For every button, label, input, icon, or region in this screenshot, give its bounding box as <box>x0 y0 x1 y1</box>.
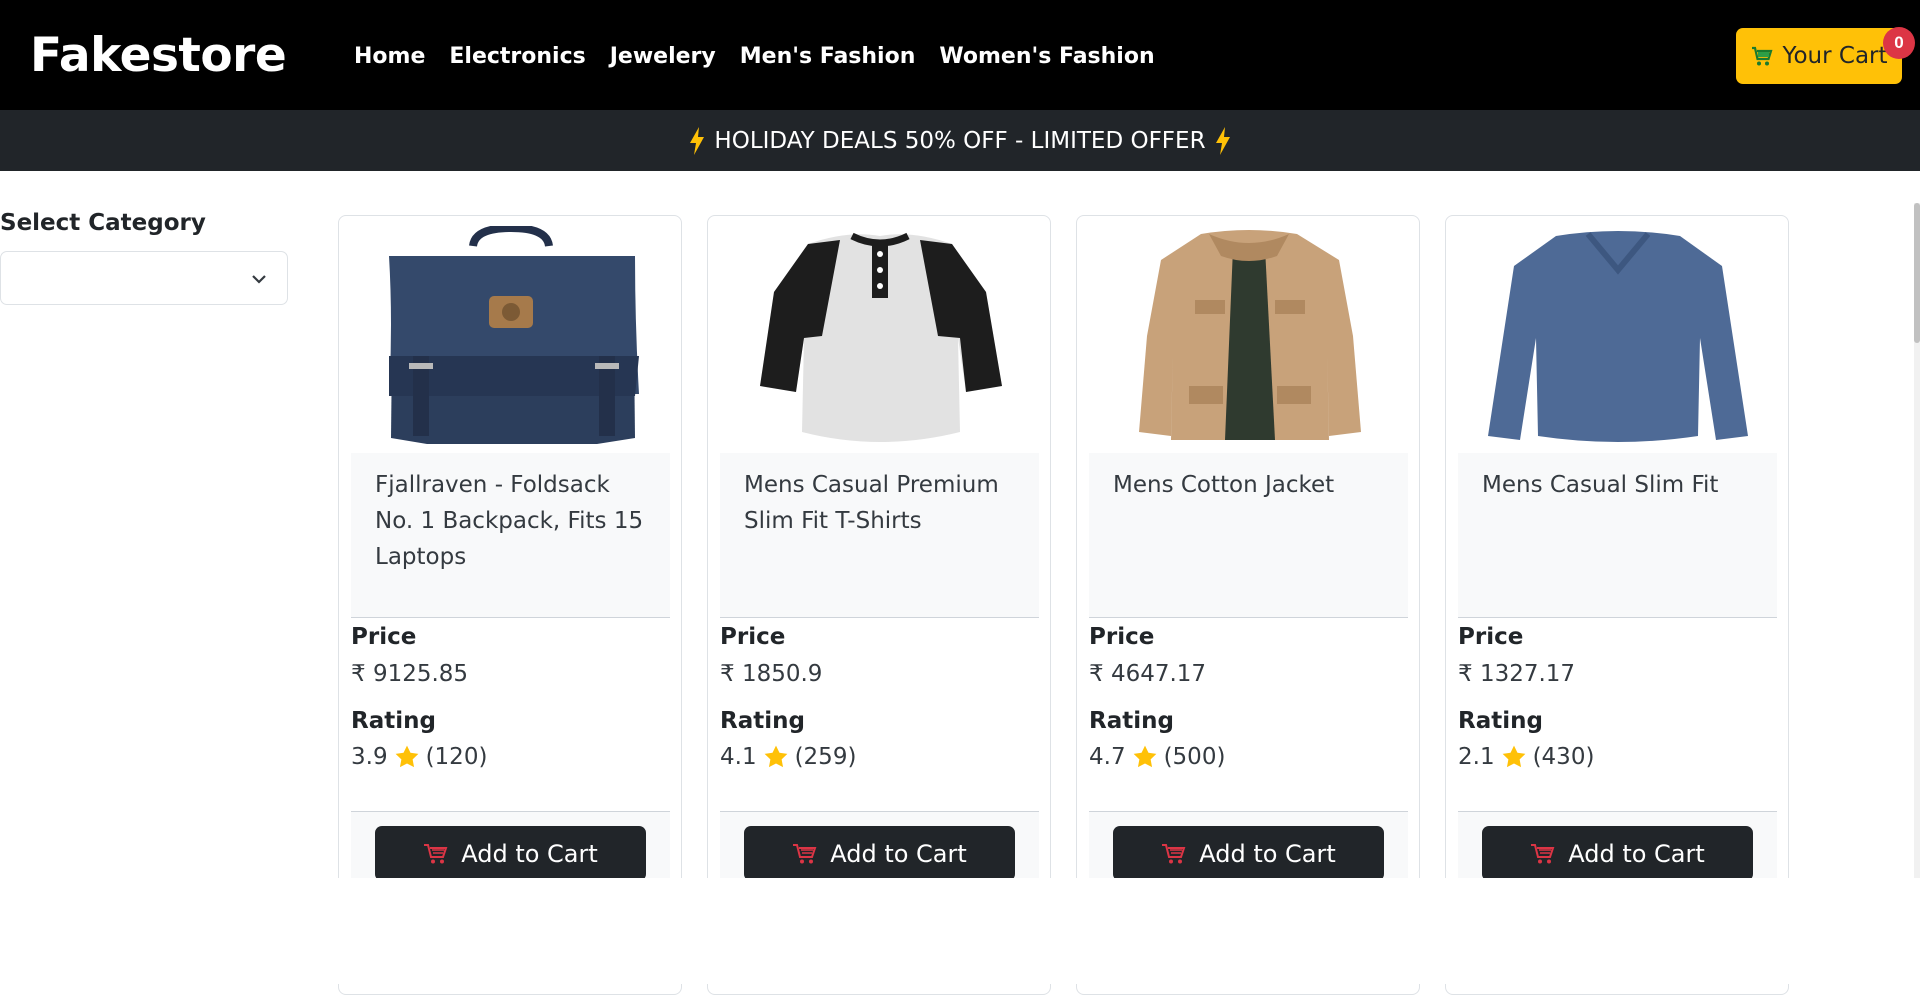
product-image-tshirt[interactable] <box>722 226 1038 444</box>
promo-banner: HOLIDAY DEALS 50% OFF - LIMITED OFFER <box>0 110 1920 171</box>
rating-value: 4.1 <box>720 744 757 770</box>
rating-label: Rating <box>351 708 436 734</box>
product-image-backpack[interactable] <box>353 226 669 444</box>
viewport-bottom-blank <box>0 878 1920 984</box>
cart-icon <box>793 843 817 863</box>
product-image-longsleeve[interactable] <box>1460 226 1776 444</box>
add-to-cart-button[interactable]: Add to Cart <box>1482 826 1753 881</box>
select-category-label: Select Category <box>0 210 206 236</box>
price-label: Price <box>351 624 417 650</box>
shopping-cart-icon <box>1752 46 1773 66</box>
product-card-body: Fjallraven - Foldsack No. 1 Backpack, Fi… <box>351 453 670 618</box>
add-to-cart-label: Add to Cart <box>1568 839 1705 868</box>
star-icon <box>1502 745 1525 768</box>
product-card-body: Mens Casual Slim Fit <box>1458 453 1777 618</box>
top-navbar: Fakestore Home Electronics Jewelery Men'… <box>0 0 1920 110</box>
cart-count-badge: 0 <box>1883 27 1915 59</box>
product-rating: 4.1 (259) <box>720 744 856 770</box>
cart-icon <box>1162 843 1186 863</box>
product-rating: 3.9 (120) <box>351 744 487 770</box>
your-cart-label: Your Cart <box>1782 43 1888 69</box>
star-icon <box>395 745 418 768</box>
rating-count: (500) <box>1163 744 1226 770</box>
rating-count: (430) <box>1532 744 1595 770</box>
rating-label: Rating <box>1089 708 1174 734</box>
brand-logo[interactable]: Fakestore <box>30 28 287 83</box>
cart-icon <box>1531 843 1555 863</box>
promo-text: HOLIDAY DEALS 50% OFF - LIMITED OFFER <box>714 127 1206 154</box>
rating-count: (120) <box>425 744 488 770</box>
chevron-down-icon <box>252 275 266 284</box>
product-rating: 4.7 (500) <box>1089 744 1225 770</box>
star-icon <box>1133 745 1156 768</box>
rating-count: (259) <box>794 744 857 770</box>
add-to-cart-label: Add to Cart <box>1199 839 1336 868</box>
nav-womens-fashion[interactable]: Women's Fashion <box>939 44 1154 69</box>
nav-electronics[interactable]: Electronics <box>449 44 585 69</box>
product-price: ₹ 1327.17 <box>1458 661 1576 687</box>
rating-value: 4.7 <box>1089 744 1126 770</box>
product-price: ₹ 9125.85 <box>351 661 469 687</box>
lightning-bolt-icon <box>690 126 705 155</box>
product-price: ₹ 4647.17 <box>1089 661 1207 687</box>
product-card-body: Mens Cotton Jacket <box>1089 453 1408 618</box>
product-price: ₹ 1850.9 <box>720 661 823 687</box>
product-card-body: Mens Casual Premium Slim Fit T-Shirts <box>720 453 1039 618</box>
nav-jewelery[interactable]: Jewelery <box>610 44 716 69</box>
rating-label: Rating <box>1458 708 1543 734</box>
product-rating: 2.1 (430) <box>1458 744 1594 770</box>
rating-label: Rating <box>720 708 805 734</box>
add-to-cart-button[interactable]: Add to Cart <box>744 826 1015 881</box>
add-to-cart-button[interactable]: Add to Cart <box>1113 826 1384 881</box>
rating-value: 3.9 <box>351 744 388 770</box>
star-icon <box>764 745 787 768</box>
lightning-bolt-icon <box>1215 126 1230 155</box>
nav-home[interactable]: Home <box>354 44 425 69</box>
add-to-cart-label: Add to Cart <box>461 839 598 868</box>
price-label: Price <box>1089 624 1155 650</box>
add-to-cart-label: Add to Cart <box>830 839 967 868</box>
nav-links: Home Electronics Jewelery Men's Fashion … <box>354 44 1179 69</box>
product-title[interactable]: Mens Casual Slim Fit <box>1482 467 1762 503</box>
rating-value: 2.1 <box>1458 744 1495 770</box>
your-cart-button[interactable]: Your Cart <box>1736 28 1902 84</box>
add-to-cart-button[interactable]: Add to Cart <box>375 826 646 881</box>
price-label: Price <box>1458 624 1524 650</box>
product-image-jacket[interactable] <box>1091 226 1407 444</box>
product-title[interactable]: Fjallraven - Foldsack No. 1 Backpack, Fi… <box>375 467 655 575</box>
product-title[interactable]: Mens Casual Premium Slim Fit T-Shirts <box>744 467 1024 539</box>
cart-icon <box>424 843 448 863</box>
price-label: Price <box>720 624 786 650</box>
product-title[interactable]: Mens Cotton Jacket <box>1113 467 1393 503</box>
nav-mens-fashion[interactable]: Men's Fashion <box>740 44 916 69</box>
category-select[interactable] <box>0 251 288 305</box>
scrollbar-thumb[interactable] <box>1914 203 1920 343</box>
